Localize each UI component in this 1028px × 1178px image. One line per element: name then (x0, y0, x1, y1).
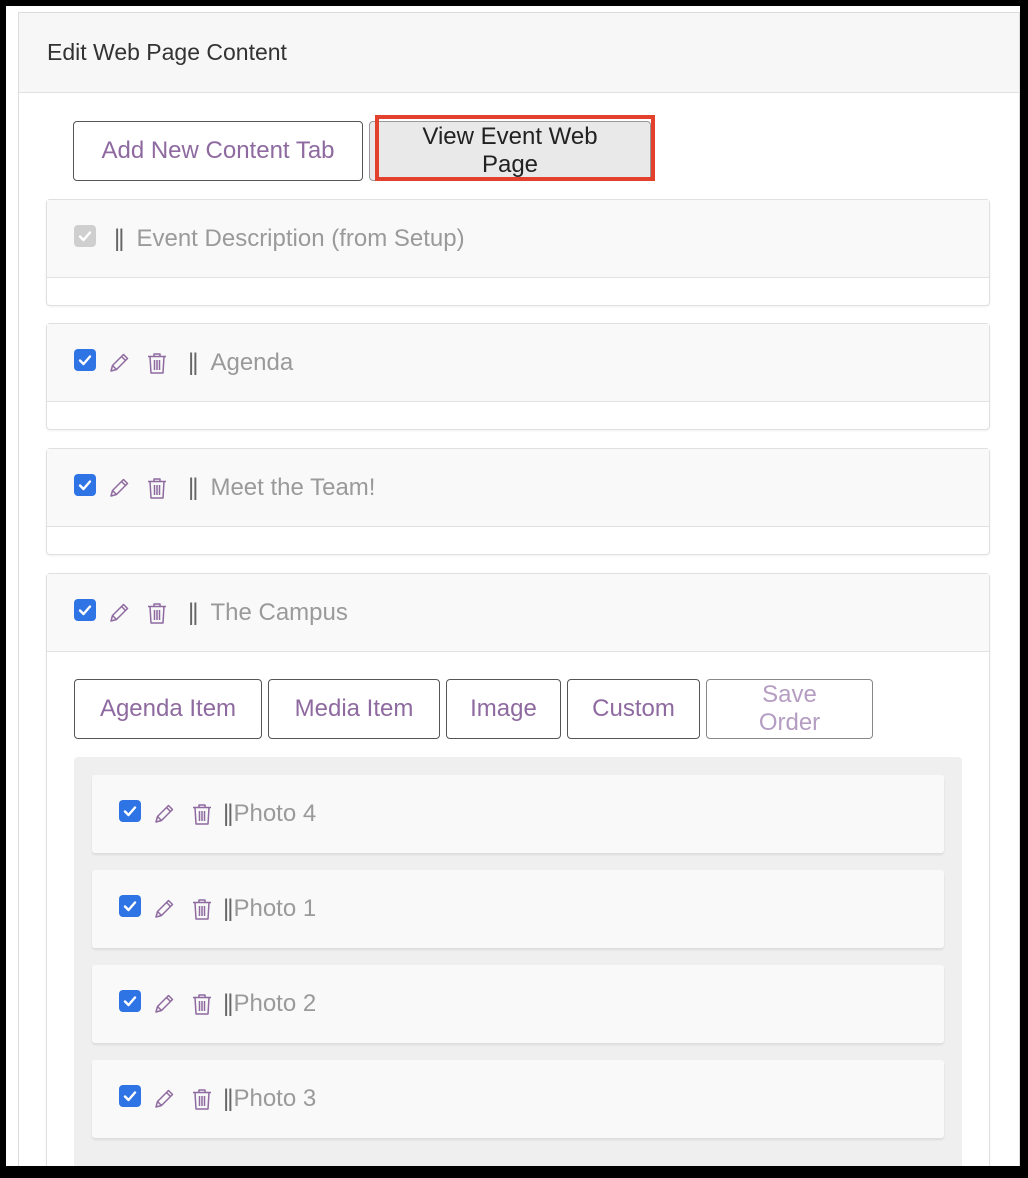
view-page-wrapper: View Event Web Page (369, 115, 655, 181)
trash-icon[interactable] (189, 896, 215, 922)
campus-items-list: || Photo 4 || Photo 1 || Photo 2 || Phot… (74, 757, 962, 1166)
section-checkbox[interactable] (74, 598, 96, 621)
add-new-content-tab-button[interactable]: Add New Content Tab (73, 121, 363, 181)
item-title: Photo 1 (233, 895, 317, 922)
drag-handle-icon[interactable]: || (223, 1085, 234, 1113)
view-event-web-page-button[interactable]: View Event Web Page (369, 121, 651, 181)
section-checkbox[interactable] (74, 473, 96, 496)
trash-icon[interactable] (189, 991, 215, 1017)
section-header[interactable]: || Event Description (from Setup) (47, 200, 989, 278)
section-body: Agenda Item Media Item Image Custom Save… (47, 652, 989, 1166)
section-body (47, 278, 989, 305)
drag-handle-icon[interactable]: || (223, 990, 234, 1018)
trash-icon[interactable] (144, 600, 170, 626)
item-checkbox[interactable] (119, 800, 141, 822)
section-event-description: || Event Description (from Setup) (46, 199, 990, 306)
drag-handle-icon[interactable]: || (188, 349, 199, 377)
agenda-item-button[interactable]: Agenda Item (74, 679, 262, 739)
list-item[interactable]: || Photo 1 (92, 870, 944, 948)
campus-toolbar: Agenda Item Media Item Image Custom Save… (74, 679, 989, 739)
pencil-icon[interactable] (106, 350, 132, 376)
media-item-button[interactable]: Media Item (268, 679, 440, 739)
edit-content-panel: Edit Web Page Content Add New Content Ta… (18, 12, 1020, 1166)
item-title: Photo 2 (233, 990, 317, 1017)
list-item[interactable]: || Photo 3 (92, 1060, 944, 1138)
custom-button[interactable]: Custom (567, 679, 700, 739)
pencil-icon[interactable] (151, 801, 177, 827)
section-body (47, 527, 989, 554)
drag-handle-icon[interactable]: || (223, 895, 234, 923)
section-header[interactable]: || The Campus (47, 574, 989, 652)
section-header[interactable]: || Meet the Team! (47, 449, 989, 527)
section-title: The Campus (210, 598, 348, 626)
section-body (47, 402, 989, 429)
item-checkbox[interactable] (119, 1085, 141, 1107)
drag-handle-icon[interactable]: || (188, 474, 199, 502)
section-the-campus: || The Campus Agenda Item Media Item Ima… (46, 573, 990, 1166)
section-title: Agenda (210, 348, 294, 376)
top-toolbar: Add New Content Tab View Event Web Page (73, 115, 655, 181)
section-title: Event Description (from Setup) (136, 224, 465, 252)
section-header[interactable]: || Agenda (47, 324, 989, 402)
section-checkbox[interactable] (74, 348, 96, 371)
item-title: Photo 4 (233, 800, 317, 827)
section-meet-the-team: || Meet the Team! (46, 448, 990, 555)
pencil-icon[interactable] (151, 991, 177, 1017)
section-title: Meet the Team! (210, 473, 376, 501)
pencil-icon[interactable] (106, 600, 132, 626)
section-checkbox (74, 224, 96, 247)
item-checkbox[interactable] (119, 990, 141, 1012)
pencil-icon[interactable] (151, 896, 177, 922)
pencil-icon[interactable] (106, 475, 132, 501)
image-button[interactable]: Image (446, 679, 561, 739)
panel-header: Edit Web Page Content (19, 13, 1019, 93)
list-item[interactable]: || Photo 4 (92, 775, 944, 853)
list-item[interactable]: || Photo 2 (92, 965, 944, 1043)
drag-handle-icon[interactable]: || (114, 225, 125, 253)
trash-icon[interactable] (189, 1086, 215, 1112)
drag-handle-icon[interactable]: || (188, 599, 199, 627)
item-title: Photo 3 (233, 1085, 317, 1112)
save-order-button[interactable]: Save Order (706, 679, 873, 739)
drag-handle-icon[interactable]: || (223, 800, 234, 828)
trash-icon[interactable] (144, 350, 170, 376)
pencil-icon[interactable] (151, 1086, 177, 1112)
item-checkbox[interactable] (119, 895, 141, 917)
trash-icon[interactable] (144, 475, 170, 501)
app-frame: Edit Web Page Content Add New Content Ta… (6, 6, 1020, 1166)
section-agenda: || Agenda (46, 323, 990, 430)
panel-title: Edit Web Page Content (47, 39, 287, 65)
trash-icon[interactable] (189, 801, 215, 827)
